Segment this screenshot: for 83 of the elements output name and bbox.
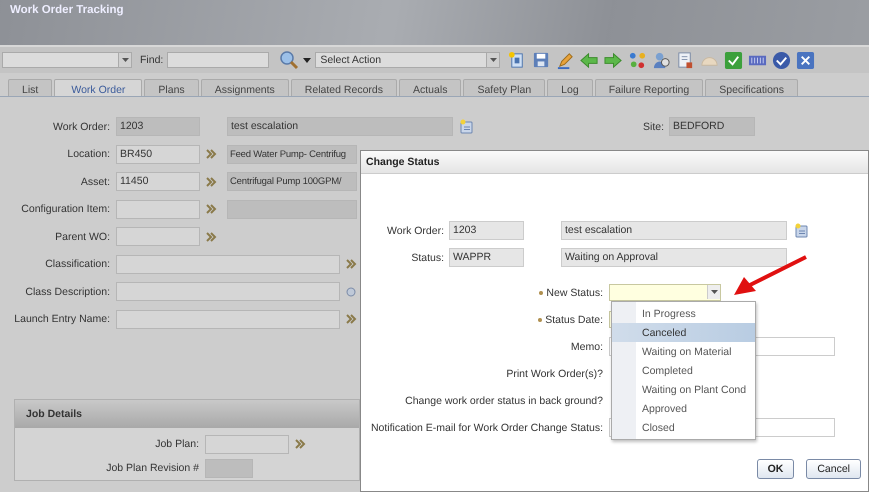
field-label: Configuration Item:: [20, 203, 110, 216]
find-field[interactable]: [167, 52, 270, 68]
find-label: Find:: [140, 54, 164, 66]
input-field[interactable]: 11450: [116, 172, 200, 192]
tab[interactable]: List: [8, 79, 52, 96]
dropdown-option[interactable]: Approved: [612, 399, 755, 418]
dialog-title: Change Status: [366, 156, 440, 168]
double-chevron-icon[interactable]: [346, 314, 357, 324]
input-field[interactable]: [116, 200, 200, 219]
input-field[interactable]: Feed Water Pump- Centrifug: [227, 144, 357, 164]
input-field[interactable]: Centrifugal Pump 100GPM/: [227, 172, 357, 192]
field-label: Work Order:: [386, 224, 444, 236]
field-label: Work Order:: [52, 120, 110, 133]
field-label: Notification E-mail for Work Order Change Status:: [370, 422, 603, 434]
close-box-icon[interactable]: [796, 50, 816, 70]
back-arrow-icon[interactable]: [580, 50, 600, 70]
people-icon[interactable]: [652, 50, 672, 70]
field-label: Print Work Order(s)?: [506, 368, 603, 380]
input-field[interactable]: test escalation: [561, 221, 787, 240]
dropdown-option[interactable]: Canceled: [612, 323, 755, 342]
input-field[interactable]: WAPPR: [449, 248, 524, 267]
field-label: Job Plan Revision #: [105, 462, 199, 474]
field-label: Launch Entry Name:: [13, 313, 110, 326]
dialog-button[interactable]: Cancel: [806, 459, 861, 479]
field-label: Site:: [642, 120, 664, 133]
dialog-button[interactable]: OK: [756, 459, 794, 479]
double-chevron-icon[interactable]: [206, 204, 217, 214]
window-title: Work Order Tracking: [10, 4, 124, 16]
dropdown-option[interactable]: Waiting on Plant Cond: [612, 380, 755, 399]
tab[interactable]: Assignments: [200, 79, 289, 96]
check-circle-icon[interactable]: [772, 50, 792, 70]
section-title: Job Details: [26, 408, 82, 420]
tab[interactable]: Work Order: [54, 79, 142, 96]
input-field[interactable]: [205, 458, 253, 478]
field-label: Location:: [66, 148, 110, 160]
field-label: New Status:: [546, 286, 603, 298]
field-label: Status:: [410, 252, 444, 264]
field-label: Asset:: [80, 176, 110, 188]
workflow-icon[interactable]: [628, 50, 648, 70]
caret-icon[interactable]: [490, 58, 497, 62]
input-field[interactable]: [116, 310, 340, 329]
double-chevron-icon[interactable]: [206, 149, 217, 160]
input-field[interactable]: 1203: [116, 117, 200, 136]
note-icon[interactable]: [794, 223, 809, 238]
check-box-icon[interactable]: [724, 50, 744, 70]
input-field[interactable]: [116, 227, 200, 246]
action-dropdown[interactable]: Select Action: [315, 52, 500, 68]
input-field[interactable]: test escalation: [227, 117, 453, 136]
dropdown-arrow-icon[interactable]: [303, 58, 312, 62]
double-chevron-icon[interactable]: [295, 439, 306, 449]
caret-icon[interactable]: [122, 58, 128, 62]
note-icon[interactable]: [459, 119, 474, 134]
input-field[interactable]: BR450: [116, 144, 200, 164]
input-field[interactable]: 1203: [449, 221, 524, 240]
tab[interactable]: Actuals: [399, 79, 462, 96]
tab[interactable]: Plans: [144, 79, 199, 96]
field-label: Job Plan:: [154, 438, 199, 450]
input-field[interactable]: [116, 254, 340, 274]
dropdown-option[interactable]: In Progress: [612, 304, 755, 323]
input-field[interactable]: BEDFORD: [669, 117, 755, 136]
field-label: Class Description:: [24, 286, 110, 298]
field-label: Status Date:: [545, 314, 603, 326]
double-chevron-icon[interactable]: [206, 232, 217, 242]
double-chevron-icon[interactable]: [346, 259, 357, 270]
dropdown-option[interactable]: Completed: [612, 361, 755, 380]
field-label: Memo:: [570, 340, 603, 352]
input-field[interactable]: [116, 282, 340, 302]
dropdown-option[interactable]: Waiting on Material: [612, 342, 755, 361]
field-label: Parent WO:: [54, 230, 110, 243]
dropdown-option[interactable]: Closed: [612, 418, 755, 437]
tab[interactable]: Specifications: [705, 79, 798, 96]
tab[interactable]: Failure Reporting: [594, 79, 704, 96]
input-field[interactable]: Waiting on Approval: [561, 248, 787, 267]
tab[interactable]: Safety Plan: [463, 79, 546, 96]
forward-arrow-icon[interactable]: [604, 50, 624, 70]
pencil-icon[interactable]: [556, 50, 576, 70]
field-label: Change work order status in back ground?: [405, 394, 603, 406]
caret-icon[interactable]: [710, 290, 718, 294]
tab[interactable]: Log: [547, 79, 593, 96]
double-chevron-icon[interactable]: [206, 176, 217, 187]
tab[interactable]: Related Records: [290, 79, 398, 96]
field-label: Classification:: [44, 258, 110, 270]
input-field[interactable]: [205, 434, 289, 454]
